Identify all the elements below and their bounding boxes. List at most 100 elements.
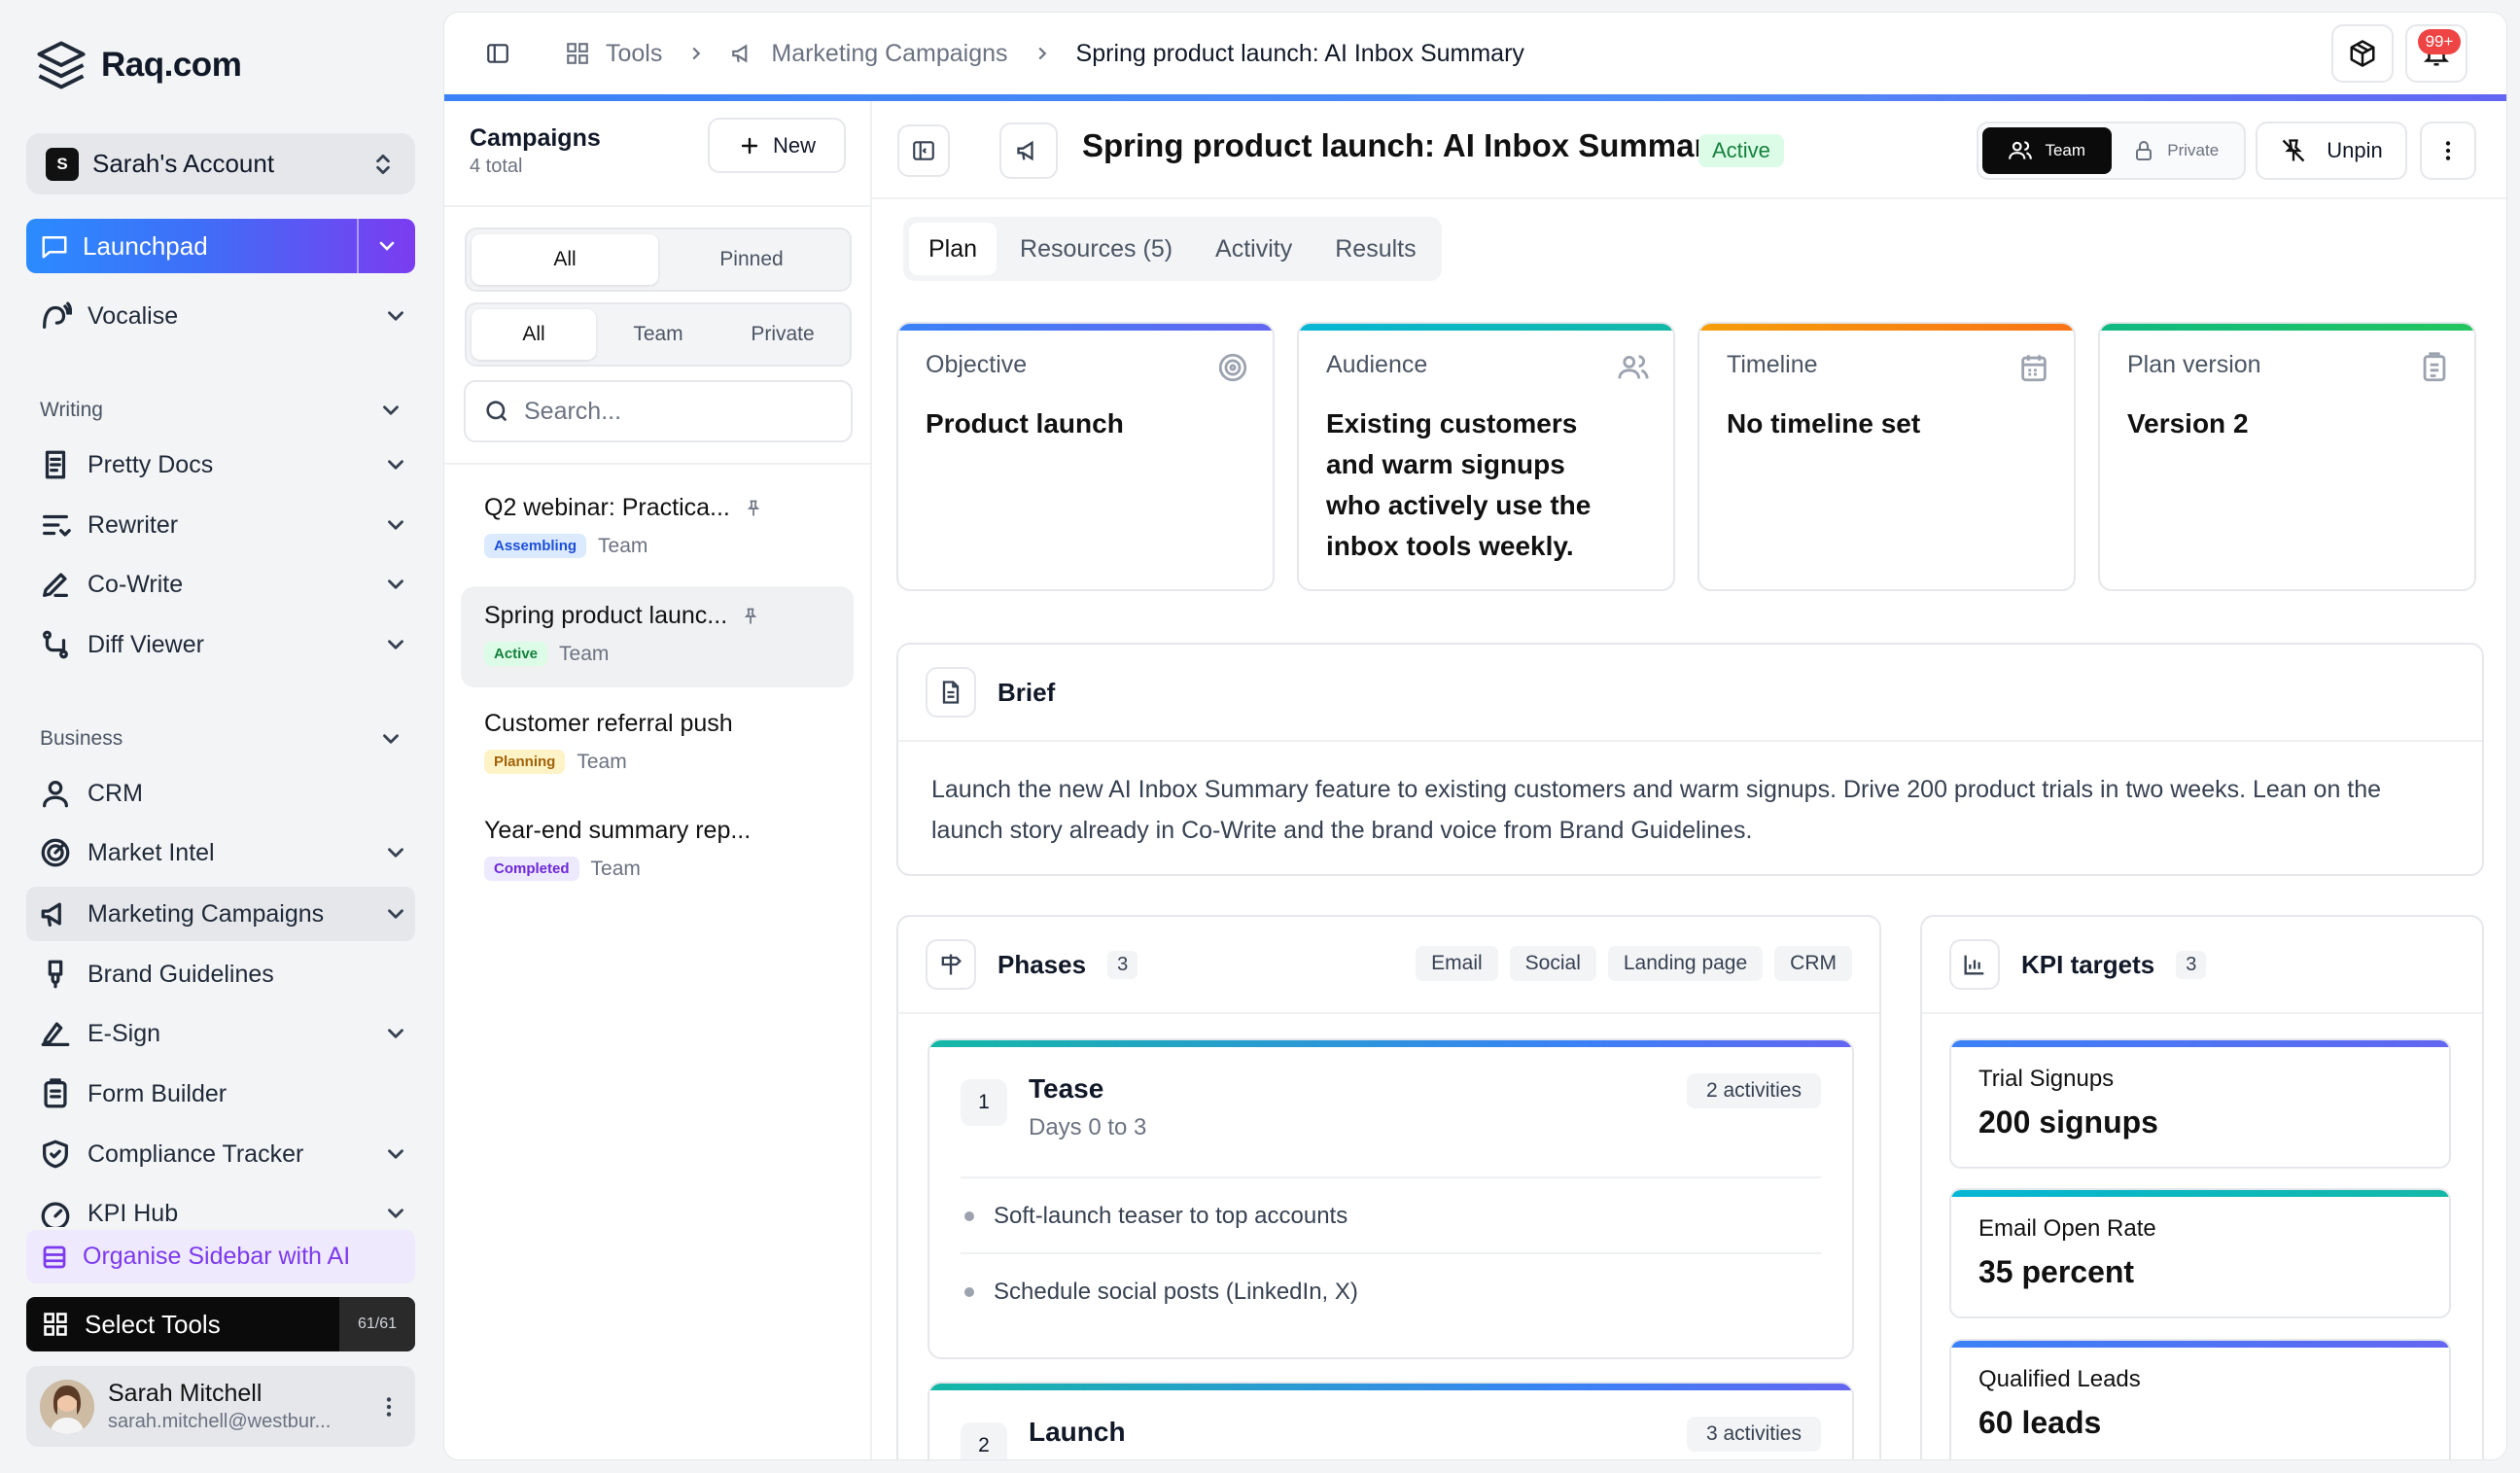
chevron-down-icon bbox=[378, 726, 403, 752]
sidebar-item-co-write[interactable]: Co-Write bbox=[39, 559, 408, 610]
brief-text: Launch the new AI Inbox Summary feature … bbox=[931, 776, 2382, 844]
sidebar-item-e-sign[interactable]: E-Sign bbox=[39, 1008, 408, 1059]
unpin-button[interactable]: Unpin bbox=[2256, 122, 2407, 180]
accent-bar bbox=[444, 94, 2506, 101]
chevron-right-icon bbox=[685, 43, 707, 64]
chip-crm: CRM bbox=[1774, 946, 1852, 981]
signature-icon bbox=[39, 1017, 72, 1050]
organise-sidebar-button[interactable]: Organise Sidebar with AI bbox=[26, 1230, 415, 1283]
sidebar-item-crm[interactable]: CRM bbox=[39, 768, 408, 819]
logo[interactable]: Raq.com bbox=[35, 39, 242, 91]
megaphone-icon bbox=[39, 897, 72, 930]
sidebar-item-form-builder[interactable]: Form Builder bbox=[39, 1069, 408, 1119]
chevron-down-icon[interactable] bbox=[383, 303, 408, 329]
breadcrumb-current: Spring product launch: AI Inbox Summary bbox=[1075, 39, 1524, 67]
more-vertical-icon[interactable] bbox=[376, 1394, 402, 1420]
campaign-detail: Spring product launch: AI Inbox Summary … bbox=[872, 101, 2506, 1459]
filter-pinned-option[interactable]: Pinned bbox=[658, 234, 845, 285]
breadcrumb-marketing-campaigns[interactable]: Marketing Campaigns bbox=[771, 40, 1007, 68]
phase-number: 2 bbox=[961, 1422, 1007, 1459]
scope-team[interactable]: Team bbox=[596, 309, 720, 360]
chevron-down-icon[interactable] bbox=[383, 512, 408, 538]
chevron-down-icon[interactable] bbox=[383, 452, 408, 477]
tab-activity[interactable]: Activity bbox=[1196, 223, 1312, 275]
brief-section: Brief Launch the new AI Inbox Summary fe… bbox=[896, 643, 2484, 876]
campaign-icon-box bbox=[999, 123, 1058, 179]
sidebar-item-marketing-campaigns[interactable]: Marketing Campaigns bbox=[39, 889, 408, 939]
status-badge: Assembling bbox=[484, 534, 587, 558]
sidebar-item-brand-guidelines[interactable]: Brand Guidelines bbox=[39, 949, 408, 1000]
visibility-team[interactable]: Team bbox=[1982, 127, 2112, 174]
phase-number: 1 bbox=[961, 1079, 1007, 1126]
select-tools-button[interactable]: Select Tools 61/61 bbox=[26, 1297, 415, 1351]
sidebar-scroll-clip: KPI Hub bbox=[0, 1188, 439, 1227]
campaign-item[interactable]: Customer referral push Planning Team bbox=[461, 694, 854, 795]
visibility-toggle: Team Private bbox=[1977, 122, 2246, 180]
section-business[interactable]: Business bbox=[40, 719, 403, 758]
breadcrumb-tools[interactable]: Tools bbox=[606, 40, 662, 68]
collapse-panel-button[interactable] bbox=[897, 124, 950, 177]
sidebar-item-diff-viewer[interactable]: Diff Viewer bbox=[39, 619, 408, 670]
chevron-down-icon[interactable] bbox=[383, 901, 408, 927]
chevron-down-icon[interactable] bbox=[383, 1201, 408, 1226]
sidebar-item-rewriter[interactable]: Rewriter bbox=[39, 500, 408, 550]
sidebar-item-pretty-docs[interactable]: Pretty Docs bbox=[39, 439, 408, 490]
users-icon bbox=[1617, 351, 1650, 384]
user-email: sarah.mitchell@westbur... bbox=[108, 1411, 332, 1432]
filter-scope: All Team Private bbox=[465, 302, 852, 367]
package-button[interactable] bbox=[2331, 24, 2394, 83]
sidebar-item-kpi-hub[interactable]: KPI Hub bbox=[39, 1188, 408, 1227]
clipboard-icon bbox=[39, 1077, 72, 1110]
list-icon bbox=[40, 1243, 69, 1272]
plan-version-card: Plan version Version 2 bbox=[2098, 322, 2476, 591]
sidebar-toggle-icon[interactable] bbox=[485, 41, 510, 66]
visibility-private[interactable]: Private bbox=[2112, 127, 2241, 174]
chevron-down-icon[interactable] bbox=[383, 1141, 408, 1167]
search-input[interactable]: Search... bbox=[464, 380, 853, 442]
filter-all[interactable]: All bbox=[472, 234, 658, 285]
chevron-down-icon[interactable] bbox=[383, 1021, 408, 1046]
shield-check-icon bbox=[39, 1138, 72, 1171]
sidebar-item-vocalise[interactable]: Vocalise bbox=[39, 291, 408, 341]
chevron-down-icon[interactable] bbox=[383, 572, 408, 597]
account-switcher[interactable]: S Sarah's Account bbox=[26, 133, 415, 194]
sidebar-item-compliance-tracker[interactable]: Compliance Tracker bbox=[39, 1129, 408, 1179]
account-avatar: S bbox=[46, 147, 79, 181]
user-menu[interactable]: Sarah Mitchell sarah.mitchell@westbur... bbox=[26, 1366, 415, 1447]
page-title: Spring product launch: AI Inbox Summary bbox=[1082, 127, 1725, 163]
sidebar-item-market-intel[interactable]: Market Intel bbox=[39, 827, 408, 878]
account-name: Sarah's Account bbox=[92, 149, 275, 178]
pin-off-icon bbox=[2280, 137, 2307, 164]
chevron-down-icon[interactable] bbox=[383, 840, 408, 865]
lock-icon bbox=[2132, 139, 2155, 162]
kpi-card: Trial Signups 200 signups bbox=[1949, 1038, 2451, 1169]
chip-social: Social bbox=[1509, 946, 1596, 981]
chevron-down-icon[interactable] bbox=[383, 632, 408, 657]
tab-results[interactable]: Results bbox=[1315, 223, 1435, 275]
section-writing[interactable]: Writing bbox=[40, 391, 403, 430]
tab-plan[interactable]: Plan bbox=[909, 223, 998, 275]
new-campaign-button[interactable]: New bbox=[708, 118, 846, 173]
kpi-section: KPI targets 3 Trial Signups 200 signups … bbox=[1920, 915, 2484, 1459]
phase-days: Days 0 to 3 bbox=[1029, 1114, 1147, 1140]
campaign-item[interactable]: Q2 webinar: Practica... Assembling Team bbox=[461, 478, 854, 579]
phase-name: Tease bbox=[1029, 1073, 1104, 1104]
users-icon bbox=[2008, 138, 2033, 163]
launchpad-button[interactable]: Launchpad bbox=[26, 219, 415, 273]
avatar bbox=[40, 1379, 94, 1434]
activities-badge: 2 activities bbox=[1686, 1073, 1821, 1108]
tab-resources[interactable]: Resources (5) bbox=[1000, 223, 1192, 275]
scope-private[interactable]: Private bbox=[720, 309, 845, 360]
pen-icon bbox=[39, 568, 72, 601]
sidebar: Raq.com S Sarah's Account Launchpad Voca… bbox=[0, 0, 439, 1473]
launchpad-dropdown[interactable] bbox=[357, 219, 415, 273]
more-button[interactable] bbox=[2420, 122, 2476, 180]
chevron-down-icon bbox=[378, 398, 403, 423]
signpost-icon bbox=[926, 939, 976, 990]
scope-all[interactable]: All bbox=[472, 309, 596, 360]
divider bbox=[444, 463, 872, 465]
status-badge: Completed bbox=[484, 857, 579, 881]
campaign-item[interactable]: Year-end summary rep... Completed Team bbox=[461, 801, 854, 902]
campaign-item-selected[interactable]: Spring product launc... Active Team bbox=[461, 586, 854, 687]
detail-tabs: Plan Resources (5) Activity Results bbox=[903, 217, 1442, 281]
